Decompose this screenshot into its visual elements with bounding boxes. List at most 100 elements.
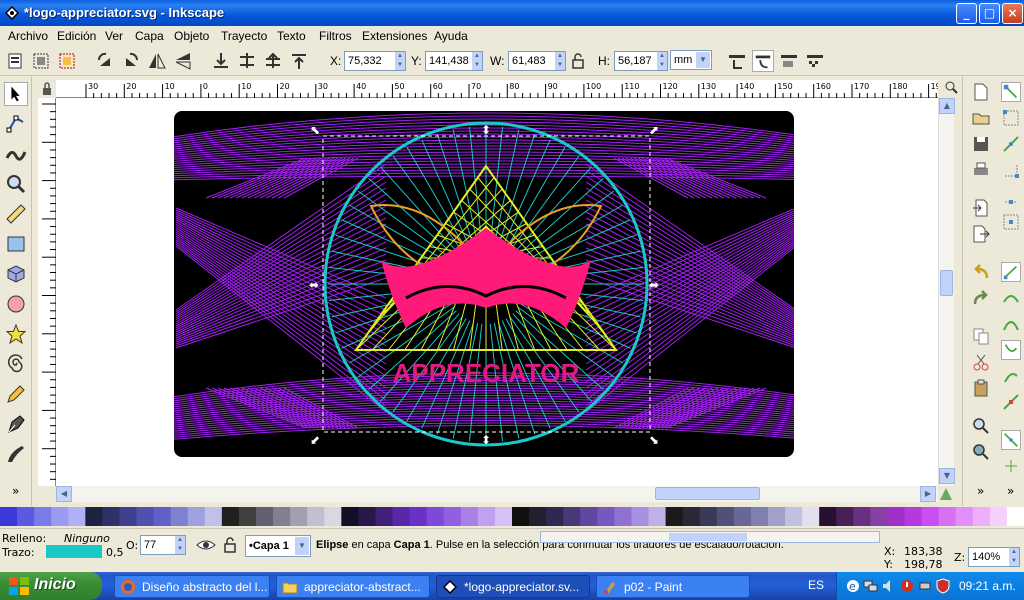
snap-cusp-icon[interactable] (1001, 340, 1021, 360)
color-swatch[interactable] (921, 507, 940, 526)
task-inkscape[interactable]: *logo-appreciator.sv... (436, 575, 590, 598)
task-firefox[interactable]: Diseño abstracto del l... (114, 575, 270, 598)
color-swatch[interactable] (785, 507, 803, 526)
menu-texto[interactable]: Texto (277, 29, 306, 43)
ruler-horizontal[interactable]: 30 20 10 0 10 20 30 40 50 60 70 80 90 100 110 120 130 140… (56, 80, 938, 98)
color-manage-icon[interactable] (938, 486, 954, 502)
handle-se[interactable]: ⬊ (649, 433, 659, 447)
color-swatch[interactable] (187, 507, 206, 526)
handle-s[interactable]: ⬍ (481, 433, 491, 447)
stroke-color-swatch[interactable] (46, 545, 102, 558)
handle-ne[interactable]: ⬈ (649, 123, 659, 137)
color-swatch[interactable] (204, 507, 223, 526)
color-swatch[interactable] (529, 507, 547, 526)
status-scroll[interactable] (540, 531, 880, 543)
menu-filtros[interactable]: Filtros (319, 29, 352, 43)
redo-icon[interactable] (971, 288, 991, 308)
x-field[interactable]: 75,332 ▲ ▼ (344, 51, 406, 71)
menu-trayecto[interactable]: Trayecto (221, 29, 267, 43)
select-all-layers-icon[interactable] (30, 50, 52, 72)
menu-edicion[interactable]: Edición (57, 29, 96, 43)
color-swatch[interactable] (699, 507, 718, 526)
ie-icon[interactable]: e (845, 578, 861, 594)
horizontal-scrollbar[interactable]: ◀ ▶ (56, 486, 938, 502)
cut-icon[interactable] (971, 352, 991, 372)
snap-toggle-icon[interactable] (1001, 82, 1021, 102)
security-shield-icon[interactable] (935, 578, 951, 594)
color-swatch[interactable] (580, 507, 598, 526)
y-field[interactable]: 141,438 ▲ ▼ (425, 51, 483, 71)
color-swatch[interactable] (460, 507, 479, 526)
spiral-tool-icon[interactable] (4, 352, 28, 376)
scroll-up-icon[interactable]: ▲ (939, 98, 955, 114)
snap-paths-icon[interactable] (1001, 288, 1021, 308)
handle-n[interactable]: ⬍ (481, 123, 491, 137)
measure-tool-icon[interactable] (4, 202, 28, 226)
color-swatch[interactable] (989, 507, 1008, 526)
spin-arrows-icon[interactable]: ▲ ▼ (472, 52, 482, 70)
snap-bbox-center-icon[interactable] (1001, 212, 1021, 232)
flip-horizontal-icon[interactable] (146, 50, 168, 72)
lower-to-bottom-icon[interactable] (210, 50, 232, 72)
h-field[interactable]: 56,187 ▲ ▼ (614, 51, 668, 71)
zoom-to-fit-icon[interactable] (944, 80, 958, 96)
volume-icon[interactable] (881, 578, 897, 594)
color-swatch[interactable] (563, 507, 581, 526)
color-swatch[interactable] (631, 507, 650, 526)
minimize-button[interactable]: _ (956, 3, 977, 24)
menu-ver[interactable]: Ver (105, 29, 123, 43)
color-swatch[interactable] (836, 507, 854, 526)
calligraphy-tool-icon[interactable] (4, 442, 28, 466)
color-swatch[interactable] (102, 507, 120, 526)
color-swatch[interactable] (34, 507, 52, 526)
rotate-ccw-icon[interactable] (94, 50, 116, 72)
color-swatch[interactable] (802, 507, 820, 526)
color-swatch[interactable] (170, 507, 189, 526)
zoom-drawing-icon[interactable] (971, 442, 991, 462)
spin-arrows-icon[interactable]: ▲ ▼ (395, 52, 405, 70)
export-icon[interactable] (971, 224, 991, 244)
color-swatch[interactable] (682, 507, 701, 526)
spin-arrows-icon[interactable]: ▲ ▼ (555, 52, 565, 70)
star-tool-icon[interactable] (4, 322, 28, 346)
snap-rotation-center-icon[interactable] (1001, 456, 1021, 476)
snap-bbox-icon[interactable] (1001, 108, 1021, 128)
print-icon[interactable] (971, 160, 991, 180)
color-swatch[interactable] (768, 507, 786, 526)
fill-value[interactable]: Ninguno (64, 532, 110, 545)
vertical-scrollbar[interactable]: ▲ ▼ (938, 98, 955, 486)
color-swatch[interactable] (904, 507, 923, 526)
color-swatch[interactable] (972, 507, 991, 526)
menu-extensiones[interactable]: Extensiones (362, 29, 427, 43)
color-swatch[interactable] (870, 507, 888, 526)
deselect-icon[interactable] (56, 50, 78, 72)
color-swatch[interactable] (648, 507, 667, 526)
menu-objeto[interactable]: Objeto (174, 29, 209, 43)
ruler-vertical[interactable] (38, 98, 56, 486)
color-swatch[interactable] (290, 507, 308, 526)
raise-icon[interactable] (262, 50, 284, 72)
snap-bbox-corner-icon[interactable] (1001, 160, 1021, 180)
scroll-down-icon[interactable]: ▼ (939, 468, 955, 484)
color-swatch[interactable] (324, 507, 342, 526)
color-swatch[interactable] (512, 507, 530, 526)
import-icon[interactable] (971, 198, 991, 218)
eye-icon[interactable] (196, 537, 216, 553)
transform-gradients-icon[interactable] (778, 50, 800, 72)
color-swatch[interactable] (955, 507, 974, 526)
scale-stroke-icon[interactable] (726, 50, 748, 72)
node-tool-icon[interactable] (4, 112, 28, 136)
color-swatch[interactable] (887, 507, 906, 526)
undo-icon[interactable] (971, 262, 991, 282)
menu-capa[interactable]: Capa (135, 29, 164, 43)
spin-arrows-icon[interactable]: ▲ ▼ (175, 536, 185, 554)
status-scroll-thumb[interactable] (669, 533, 747, 541)
color-swatch[interactable] (938, 507, 957, 526)
save-icon[interactable] (971, 134, 991, 154)
color-swatch[interactable] (597, 507, 615, 526)
snap-bbox-midpoint-icon[interactable] (1001, 186, 1021, 206)
color-swatch[interactable] (119, 507, 138, 526)
more-commands-icon[interactable]: » (977, 484, 984, 498)
handle-sw[interactable]: ⬋ (310, 433, 320, 447)
spin-arrows-icon[interactable]: ▲ ▼ (1009, 548, 1019, 566)
